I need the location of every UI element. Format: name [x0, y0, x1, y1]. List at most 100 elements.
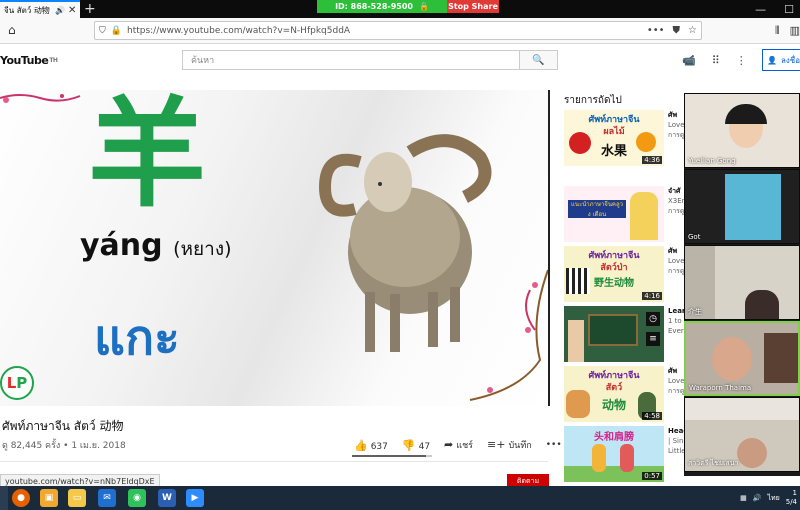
participant-name: Yuellian Gong: [688, 157, 736, 165]
start-button[interactable]: [0, 486, 8, 510]
participant-tile[interactable]: Got: [684, 169, 800, 244]
apps-grid-icon[interactable]: ⠿: [712, 54, 720, 67]
youtube-logo[interactable]: YouTube TH: [0, 54, 58, 67]
toolbar-right: ⫴ ▥: [775, 24, 800, 38]
up-next-item[interactable]: ศัพท์ภาษาจีน สัตว์ 动物 4:58 ศัพ Love การดู: [564, 366, 684, 422]
pocket-icon[interactable]: ⛊: [673, 25, 681, 36]
window-controls: — ☐: [755, 0, 800, 18]
firefox-icon[interactable]: ●: [12, 489, 30, 507]
up-next-item[interactable]: แนะนำภาษาจีนคลูว ง เดือน จำศั X3Er การดู: [564, 186, 684, 242]
video-thumbnail[interactable]: ◷ ≡: [564, 306, 664, 362]
speaker-icon[interactable]: 🔊: [55, 6, 65, 15]
like-button[interactable]: 👍 637: [354, 439, 388, 452]
video-thumbnail[interactable]: แนะนำภาษาจีนคลูว ง เดือน: [564, 186, 664, 242]
up-next-item[interactable]: 头和肩膀 0:57 Head| SinLittle: [564, 426, 684, 482]
url-text[interactable]: https://www.youtube.com/watch?v=N-Hfpkq5…: [127, 26, 350, 36]
share-button[interactable]: ➦ แชร์: [444, 438, 473, 452]
user-icon: 👤: [767, 55, 777, 65]
browser-nav-bar: ⌂ ⛉ 🔒 https://www.youtube.com/watch?v=N-…: [0, 18, 800, 44]
home-icon[interactable]: ⌂: [8, 23, 16, 37]
library-icon[interactable]: ⫴: [775, 24, 780, 38]
hanzi-character: 羊: [88, 90, 207, 223]
up-next-item[interactable]: ศัพท์ภาษาจีน สัตว์ป่า 野生动物 4:16 ศัพ Love ก…: [564, 246, 684, 302]
create-video-icon[interactable]: 📹: [682, 54, 696, 67]
youtube-header: YouTube TH ค้นหา 🔍 📹 ⠿ ⋮ 👤 ลงชื่อ: [0, 45, 800, 79]
video-thumbnail[interactable]: ศัพท์ภาษาจีน สัตว์ 动物 4:58: [564, 366, 664, 422]
url-actions: ••• ⛊ ☆: [647, 22, 697, 39]
line-app-icon[interactable]: ◉: [128, 489, 146, 507]
network-icon[interactable]: ▦: [740, 494, 747, 502]
up-next-header: รายการถัดไป: [564, 95, 622, 106]
file-explorer-icon[interactable]: ▭: [68, 489, 86, 507]
browser-tab-bar: จีน สัตว์ 动物 - 🔊 ✕ + ID: 868-528-9500 🔒 …: [0, 0, 800, 18]
lock-icon[interactable]: 🔒: [419, 2, 429, 11]
pinyin-line: yáng (หยาง): [80, 228, 232, 264]
remote-share-bar: ID: 868-528-9500 🔒 Stop Share: [317, 0, 499, 13]
participant-name: Got: [688, 233, 701, 241]
video-thumbnail[interactable]: ศัพท์ภาษาจีน สัตว์ป่า 野生动物 4:16: [564, 246, 664, 302]
video-meta: Head| SinLittle: [668, 427, 684, 455]
thumbs-down-icon: 👎: [401, 438, 416, 452]
mail-icon[interactable]: ✉: [98, 489, 116, 507]
settings-more-icon[interactable]: ⋮: [736, 54, 747, 67]
stop-share-label: Stop Share: [448, 2, 498, 11]
up-next-item[interactable]: ◷ ≡ Lear1 toEvery: [564, 306, 684, 362]
system-tray: ▦ 🔊 ไทย 1 5/4: [740, 486, 800, 510]
bookmark-star-icon[interactable]: ☆: [688, 25, 697, 36]
tab-title: จีน สัตว์ 动物 -: [4, 5, 52, 15]
more-actions-button[interactable]: •••: [546, 440, 562, 450]
maximize-icon[interactable]: ☐: [784, 3, 794, 16]
add-to-queue-icon[interactable]: ≡: [646, 332, 660, 346]
stop-share-button[interactable]: Stop Share: [447, 0, 499, 13]
chalkboard-image: [588, 314, 638, 346]
more-icon[interactable]: •••: [647, 25, 665, 36]
video-meta: จำศั X3Er การดู: [668, 187, 684, 215]
playlist-add-icon: ≡+: [487, 438, 506, 451]
cat-image: [566, 390, 590, 418]
lock-icon[interactable]: 🔒: [111, 26, 122, 36]
youtube-region: TH: [49, 57, 58, 64]
search-button[interactable]: 🔍: [520, 50, 558, 70]
clock[interactable]: 1 5/4: [786, 489, 797, 507]
video-player[interactable]: 羊 yáng (หยาง) แกะ LP: [0, 90, 548, 406]
zoom-app-icon[interactable]: ▶: [186, 489, 204, 507]
dislike-button[interactable]: 👎 47: [402, 439, 430, 452]
participant-tile-active[interactable]: Waraporn Thaima: [684, 321, 800, 396]
browser-tab[interactable]: จีน สัตว์ 动物 - 🔊 ✕: [0, 0, 80, 18]
volume-icon[interactable]: 🔊: [753, 494, 762, 502]
shield-icon[interactable]: ⛉: [99, 26, 106, 36]
close-tab-icon[interactable]: ✕: [68, 5, 76, 16]
participant-name: สาวิตรี ไชยเสนา: [688, 459, 739, 467]
windows-taskbar: ● ▣ ▭ ✉ ◉ W ▶ ▦ 🔊 ไทย 1 5/4: [0, 486, 800, 510]
minimize-icon[interactable]: —: [755, 3, 766, 16]
video-meta: Lear1 toEvery: [668, 307, 684, 335]
participant-name: 介生: [688, 308, 702, 316]
participant-name: Waraporn Thaima: [689, 384, 752, 392]
header-icons: 📹 ⠿ ⋮: [682, 54, 747, 67]
participant-video: [725, 174, 781, 240]
signin-button[interactable]: 👤 ลงชื่อ: [762, 49, 800, 71]
sidebar-icon[interactable]: ▥: [790, 24, 800, 38]
new-tab-button[interactable]: +: [84, 1, 96, 17]
search-input[interactable]: ค้นหา: [182, 50, 520, 70]
orange-image: [636, 132, 656, 152]
signin-label: ลงชื่อ: [780, 55, 800, 65]
thai-word: แกะ: [94, 310, 180, 366]
participant-video: [745, 290, 779, 319]
like-ratio-fill: [352, 455, 427, 457]
url-bar[interactable]: ⛉ 🔒 https://www.youtube.com/watch?v=N-Hf…: [94, 21, 702, 40]
language-indicator[interactable]: ไทย: [767, 493, 779, 504]
participant-tile[interactable]: สาวิตรี ไชยเสนา: [684, 397, 800, 472]
participant-tile[interactable]: 介生: [684, 245, 800, 320]
participant-tile[interactable]: Yuellian Gong: [684, 93, 800, 168]
up-next-item[interactable]: ศัพท์ภาษาจีน ผลไม้ 水果 4:36 ศัพ Love การดู: [564, 110, 684, 166]
word-icon[interactable]: W: [158, 489, 176, 507]
store-icon[interactable]: ▣: [40, 489, 58, 507]
share-icon: ➦: [444, 438, 454, 451]
video-meta: ศัพ Love การดู: [668, 367, 684, 395]
video-thumbnail[interactable]: ศัพท์ภาษาจีน ผลไม้ 水果 4:36: [564, 110, 664, 166]
clock-icon[interactable]: ◷: [646, 312, 660, 326]
pinyin-thai: (หยาง): [173, 238, 232, 260]
save-button[interactable]: ≡+ บันทึก: [487, 438, 532, 452]
video-thumbnail[interactable]: 头和肩膀 0:57: [564, 426, 664, 482]
